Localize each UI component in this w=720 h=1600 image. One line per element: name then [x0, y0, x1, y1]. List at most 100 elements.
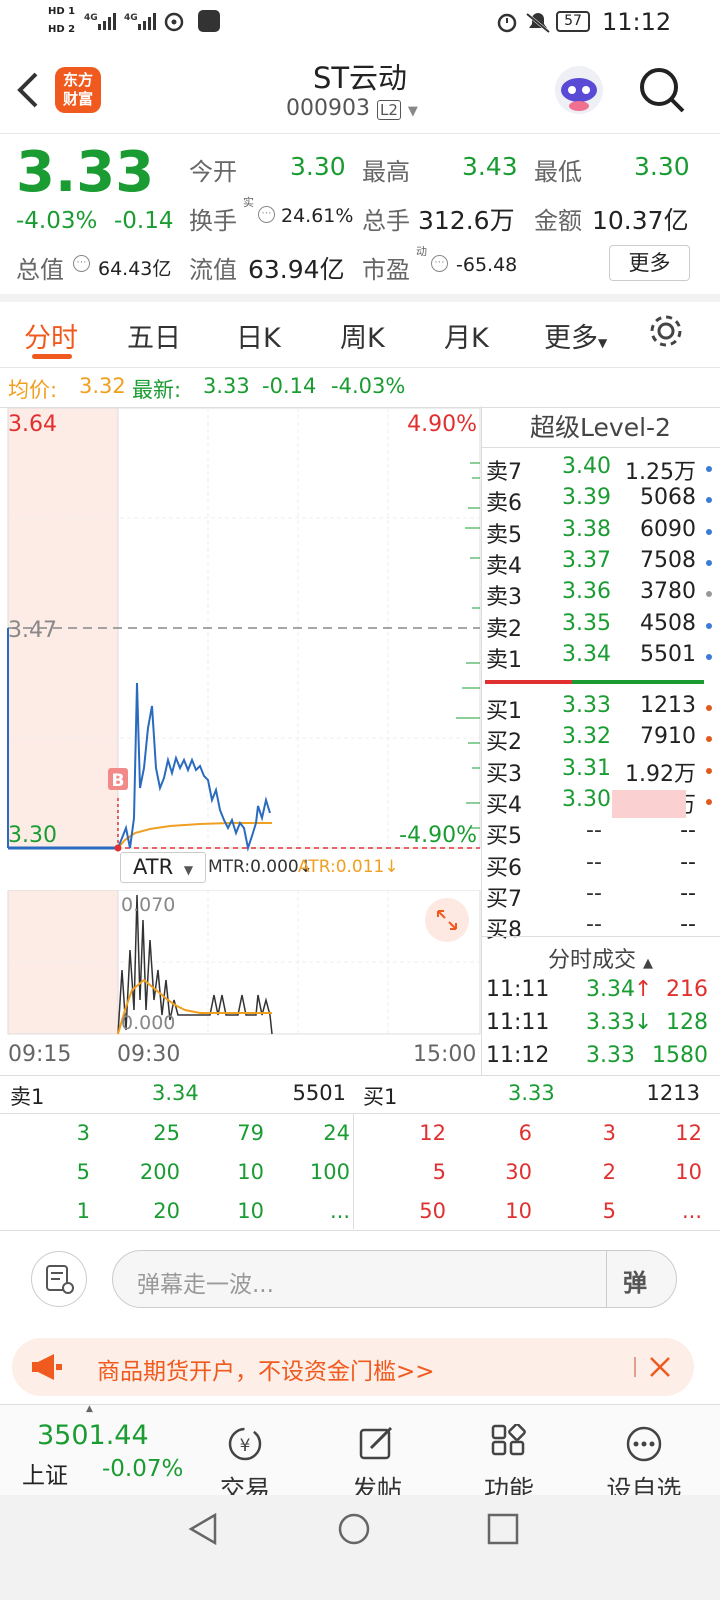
book-split-green: [572, 680, 704, 684]
robot-assistant-icon[interactable]: [553, 64, 605, 116]
recents-square-icon[interactable]: [485, 1511, 521, 1547]
tab-monthly-k[interactable]: 月K: [444, 316, 489, 355]
battery-icon: 57: [556, 11, 590, 32]
back-triangle-icon[interactable]: [185, 1511, 221, 1547]
more-button[interactable]: 更多: [609, 245, 690, 281]
promo-banner[interactable]: 商品期货开户，不设资金门槛>>: [12, 1338, 694, 1396]
atr-value: ATR:0.011↓: [298, 857, 399, 877]
level2-badge: L2: [376, 100, 401, 120]
queue-buy-label: 买1: [363, 1085, 398, 1109]
time-label-start: 09:15: [8, 1042, 72, 1067]
latest-change: -0.14: [262, 374, 317, 398]
tab-daily-k[interactable]: 日K: [236, 316, 281, 355]
dropdown-icon: ▼: [598, 336, 608, 350]
trade-row: 11:11 3.33 ↓ 128: [486, 1010, 714, 1041]
ask-price: 3.37: [562, 547, 611, 573]
queue-sell-label: 卖1: [10, 1085, 45, 1109]
ask-volume: 5068: [640, 485, 696, 511]
signal-icons: 4G 4G: [84, 10, 220, 32]
settings-gear-icon[interactable]: [647, 312, 685, 350]
nav-functions[interactable]: 功能: [464, 1424, 554, 1506]
stock-code-row[interactable]: 000903 L2 ▼: [286, 96, 418, 121]
bid-level-label: 买2: [486, 730, 522, 756]
notes-button[interactable]: [31, 1251, 87, 1307]
ask-dot: [706, 653, 712, 660]
bid-level-label: 买8: [486, 918, 522, 944]
trades-header[interactable]: 分时成交 ▲: [481, 942, 720, 974]
pe-label: 市盈: [362, 256, 410, 284]
search-icon[interactable]: [638, 66, 686, 114]
megaphone-icon: [32, 1354, 62, 1380]
tab-more-label: 更多: [544, 323, 598, 354]
nav-trade[interactable]: ¥ 交易: [200, 1424, 290, 1506]
trade-price: 3.33: [586, 1043, 635, 1068]
bid-volume: --: [680, 880, 696, 906]
danmu-input[interactable]: 弹幕走一波... 弹: [112, 1250, 677, 1308]
intraday-info-line: 均价: 3.32 最新: 3.33 -0.14 -4.03%: [0, 370, 720, 408]
bid-volume: 1213: [640, 693, 696, 718]
sell-queue-cell: 10: [237, 1199, 264, 1223]
close-icon[interactable]: [648, 1355, 672, 1379]
bid-price: --: [586, 849, 602, 875]
ask-volume: 3780: [640, 579, 696, 605]
bid-level-label: 买5: [486, 824, 522, 850]
indicator-axis-low: 0.000: [121, 1012, 175, 1034]
trades-divider: [481, 936, 720, 937]
banner-divider: [634, 1357, 636, 1377]
svg-text:¥: ¥: [240, 1436, 251, 1456]
bid-level-label: 买1: [486, 699, 522, 724]
trade-price: 3.33: [586, 1010, 635, 1035]
ask-price: 3.36: [562, 579, 611, 605]
pct-axis-low: -4.90%: [399, 823, 477, 848]
ask-dot: [706, 622, 712, 629]
info-icon[interactable]: ⋯: [258, 206, 275, 223]
bid-row: 买2 3.32 7910: [486, 724, 714, 755]
expand-button[interactable]: [425, 898, 469, 942]
tab-five-day[interactable]: 五日: [127, 316, 181, 355]
mtr-text: MTR:0.000: [208, 857, 299, 877]
bid-price: --: [586, 912, 602, 938]
alarm-mute-icons: [497, 12, 550, 34]
edit-post-icon: [359, 1426, 393, 1460]
ask-level-label: 卖7: [486, 460, 522, 485]
ask-level-label: 卖6: [486, 491, 522, 517]
avg-price-label: 均价:: [8, 378, 58, 402]
ask-level-label: 卖5: [486, 522, 522, 548]
ask-row: 卖2 3.35 4508: [486, 611, 714, 642]
sell-queue-cell: 1: [76, 1199, 90, 1223]
danmu-toggle-icon[interactable]: 弹: [623, 1263, 647, 1298]
tab-intraday[interactable]: 分时: [24, 316, 78, 355]
ask-level-label: 卖3: [486, 585, 522, 611]
atr-text: ATR:0.011: [298, 857, 385, 877]
bid-row: 买8 -- --: [486, 912, 714, 943]
tab-more[interactable]: 更多▼: [544, 316, 607, 355]
trades-title: 分时成交: [547, 948, 636, 973]
bid-price: 3.30: [562, 786, 611, 812]
ask-row: 卖4 3.37 7508: [486, 547, 714, 579]
bid-volume: 7910: [640, 724, 696, 750]
tab-weekly-k[interactable]: 周K: [340, 316, 385, 355]
trade-price: 3.34: [586, 977, 635, 1002]
sell-queue-cell: 10: [237, 1160, 264, 1184]
status-bar: HD 1 HD 2 4G 4G 57 11:12: [0, 0, 720, 44]
bid-price: 3.31: [562, 755, 611, 781]
home-circle-icon[interactable]: [336, 1511, 372, 1547]
battery-level: 57: [564, 13, 582, 29]
info-icon[interactable]: ⋯: [431, 255, 448, 272]
atr-indicator-chart[interactable]: 0.070 0.000: [0, 890, 482, 1036]
nav-add-watchlist[interactable]: 设自选: [596, 1424, 692, 1506]
nav-post[interactable]: 发帖: [332, 1424, 422, 1506]
ask-volume: 1.25万: [625, 460, 696, 485]
collapse-up-icon[interactable]: ▲: [86, 1404, 93, 1414]
large-order-highlight: [612, 790, 686, 818]
level2-title[interactable]: 超级Level-2: [481, 406, 720, 448]
sell-queue-cell: 100: [309, 1160, 350, 1184]
ask-row: 卖1 3.34 5501: [486, 642, 714, 673]
ask-price: 3.38: [562, 516, 611, 542]
indicator-selector[interactable]: ATR ▼: [120, 852, 206, 883]
intraday-price-chart[interactable]: B 3.64 3.47 3.30 4.90% -4.90%: [0, 408, 482, 888]
trade-direction-arrow: ↑: [634, 977, 653, 1002]
trade-volume: 1580: [652, 1043, 708, 1068]
info-icon[interactable]: ⋯: [73, 255, 90, 272]
index-value[interactable]: 3501.44: [37, 1420, 149, 1451]
